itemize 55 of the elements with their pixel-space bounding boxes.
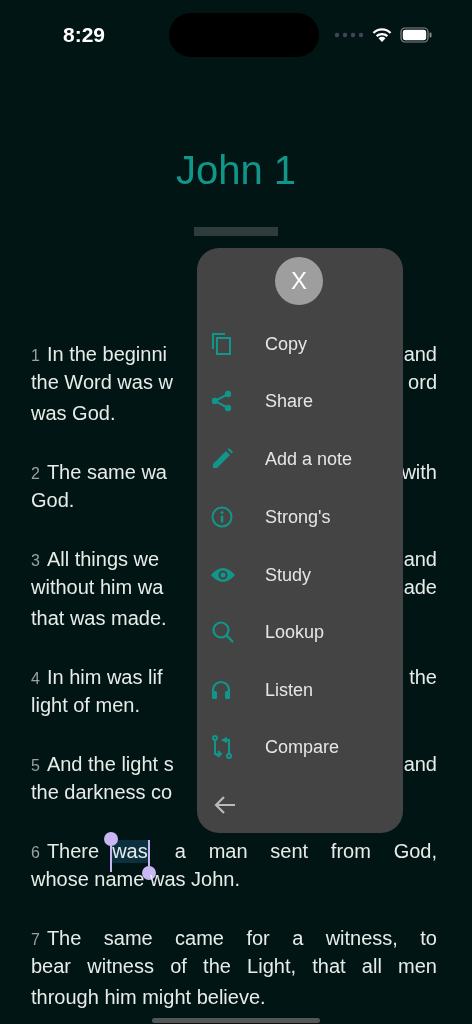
- verse-text: that was made.: [31, 607, 167, 630]
- verse-text: the Word was w: [31, 371, 173, 394]
- back-arrow-icon[interactable]: [214, 795, 236, 815]
- menu-item[interactable]: Add a note: [265, 448, 353, 470]
- chapter-title: John 1: [174, 147, 298, 194]
- verse-text: was God.: [31, 402, 116, 425]
- pencil-icon[interactable]: [211, 448, 233, 470]
- search-icon[interactable]: [211, 620, 235, 644]
- headphones-icon[interactable]: [211, 680, 231, 700]
- menu-item[interactable]: Share: [265, 390, 314, 412]
- verse-number: 4: [31, 669, 40, 689]
- verse-text: and: [403, 753, 437, 776]
- menu-item[interactable]: Copy: [265, 333, 308, 355]
- verse-text: In him was lif: [46, 666, 163, 689]
- compare-icon[interactable]: [211, 735, 233, 759]
- menu-item[interactable]: Strong's: [265, 506, 331, 528]
- verse-text: without him wa: [31, 576, 164, 599]
- info-icon[interactable]: [211, 506, 233, 528]
- verse-text: ord: [408, 371, 437, 394]
- signal-icon: [334, 32, 364, 38]
- eye-icon[interactable]: [211, 567, 235, 583]
- verse-text: bear witness of the Light, that all men: [31, 955, 437, 978]
- status-time: 8:29: [63, 23, 107, 47]
- verse-text: In the beginni: [46, 343, 167, 366]
- verse-number: 3: [31, 551, 40, 571]
- verse-number: 6: [31, 843, 40, 863]
- verse-number: 2: [31, 464, 40, 484]
- verse-text: The same came for a witness, to: [46, 927, 437, 950]
- verse-text: whose name was John.: [31, 868, 240, 891]
- verse-text: the darkness co: [31, 781, 173, 804]
- verse-text: through him might believe.: [31, 986, 266, 1009]
- verse-text: The same wa: [46, 461, 167, 484]
- copy-icon[interactable]: [211, 332, 233, 356]
- verse-text: the: [409, 666, 437, 689]
- drag-handle[interactable]: [194, 227, 278, 236]
- verse-number: 5: [31, 756, 40, 776]
- verse-text: God.: [31, 489, 75, 512]
- menu-item[interactable]: Listen: [265, 679, 314, 701]
- menu-item[interactable]: Study: [265, 564, 312, 586]
- verse-text: There: [46, 840, 100, 863]
- wifi-icon: [372, 27, 392, 43]
- verse-text: light of men.: [31, 694, 140, 717]
- verse-text: And the light s: [46, 753, 174, 776]
- share-icon[interactable]: [211, 390, 233, 412]
- verse-number: 1: [31, 346, 40, 366]
- verse-text: with: [401, 461, 437, 484]
- verse-number: 7: [31, 930, 40, 950]
- battery-icon: [400, 27, 432, 43]
- verse-text: All things we: [46, 548, 160, 571]
- verse-text: and: [403, 343, 437, 366]
- verse-text: a man sent from God,: [174, 840, 437, 863]
- verse-text: and: [403, 548, 437, 571]
- menu-item[interactable]: Lookup: [265, 621, 325, 643]
- verse-text: ade: [403, 576, 437, 599]
- menu-item[interactable]: Compare: [265, 736, 340, 758]
